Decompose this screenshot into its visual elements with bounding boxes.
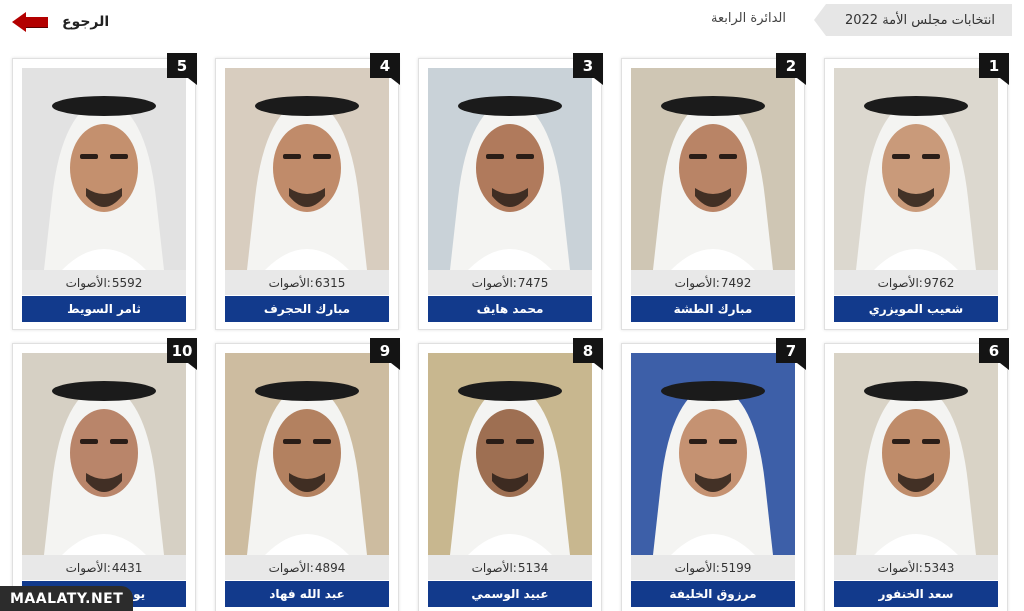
breadcrumb-elections[interactable]: انتخابات مجلس الأمة 2022 [814, 4, 1012, 36]
candidate-photo [834, 353, 998, 555]
votes-bar: الأصوات: 9762 [834, 270, 998, 295]
back-label: الرجوع [62, 14, 110, 30]
candidate-photo [428, 68, 592, 270]
back-arrow-icon [12, 12, 48, 32]
candidate-name: عبد الله فهاد [225, 581, 389, 607]
votes-count: 9762 [923, 275, 955, 290]
votes-count: 5343 [923, 560, 955, 575]
candidate-card[interactable]: 2 الأصوات: 7492 مبارك الطشة [621, 53, 806, 330]
candidate-photo [225, 353, 389, 555]
votes-label: الأصوات: [268, 275, 314, 290]
votes-bar: الأصوات: 7475 [428, 270, 592, 295]
votes-bar: الأصوات: 7492 [631, 270, 795, 295]
votes-label: الأصوات: [65, 560, 111, 575]
candidate-name: ثامر السويط [22, 296, 186, 322]
votes-count: 6315 [314, 275, 346, 290]
votes-bar: الأصوات: 5343 [834, 555, 998, 580]
candidate-photo [834, 68, 998, 270]
votes-count: 7475 [517, 275, 549, 290]
candidate-card[interactable]: 5 الأصوات: 5592 ثامر السويط [12, 53, 197, 330]
votes-count: 5199 [720, 560, 752, 575]
votes-label: الأصوات: [877, 275, 923, 290]
votes-bar: الأصوات: 6315 [225, 270, 389, 295]
candidate-photo [225, 68, 389, 270]
candidate-card[interactable]: 9 الأصوات: 4894 عبد الله فهاد [215, 338, 400, 611]
votes-bar: الأصوات: 4431 [22, 555, 186, 580]
votes-count: 7492 [720, 275, 752, 290]
votes-bar: الأصوات: 4894 [225, 555, 389, 580]
votes-bar: الأصوات: 5592 [22, 270, 186, 295]
votes-count: 5592 [111, 275, 143, 290]
votes-label: الأصوات: [471, 275, 517, 290]
votes-label: الأصوات: [674, 560, 720, 575]
candidate-card[interactable]: 3 الأصوات: 7475 محمد هايف [418, 53, 603, 330]
votes-count: 5134 [517, 560, 549, 575]
candidate-photo [631, 68, 795, 270]
votes-count: 4894 [314, 560, 346, 575]
candidate-card[interactable]: 8 الأصوات: 5134 عبيد الوسمي [418, 338, 603, 611]
votes-label: الأصوات: [674, 275, 720, 290]
top-bar: الرجوع الدائرة الرابعة انتخابات مجلس الأ… [0, 0, 1024, 42]
candidate-name: عبيد الوسمي [428, 581, 592, 607]
votes-label: الأصوات: [268, 560, 314, 575]
votes-label: الأصوات: [65, 275, 111, 290]
candidate-name: مرزوق الخليفة [631, 581, 795, 607]
votes-label: الأصوات: [877, 560, 923, 575]
candidate-name: شعيب المويزري [834, 296, 998, 322]
candidate-photo [631, 353, 795, 555]
votes-bar: الأصوات: 5199 [631, 555, 795, 580]
candidate-name: مبارك الطشة [631, 296, 795, 322]
breadcrumb-district[interactable]: الدائرة الرابعة [711, 11, 786, 26]
candidate-card[interactable]: 4 الأصوات: 6315 مبارك الحجرف [215, 53, 400, 330]
candidate-photo [22, 353, 186, 555]
watermark-logo: MAALATY.NET [0, 586, 134, 611]
candidate-photo [22, 68, 186, 270]
candidate-name: محمد هايف [428, 296, 592, 322]
votes-label: الأصوات: [471, 560, 517, 575]
candidate-card[interactable]: 6 الأصوات: 5343 سعد الخنفور [824, 338, 1009, 611]
candidate-card[interactable]: 7 الأصوات: 5199 مرزوق الخليفة [621, 338, 806, 611]
votes-bar: الأصوات: 5134 [428, 555, 592, 580]
back-button[interactable]: الرجوع [12, 8, 109, 36]
votes-count: 4431 [111, 560, 143, 575]
candidate-card[interactable]: 10 الأصوات:4431 يوسف الغريب [12, 338, 197, 611]
candidate-card[interactable]: 1 الأصوات: 9762 شعيب المويزري [824, 53, 1009, 330]
candidate-name: سعد الخنفور [834, 581, 998, 607]
candidate-photo [428, 353, 592, 555]
candidate-name: مبارك الحجرف [225, 296, 389, 322]
